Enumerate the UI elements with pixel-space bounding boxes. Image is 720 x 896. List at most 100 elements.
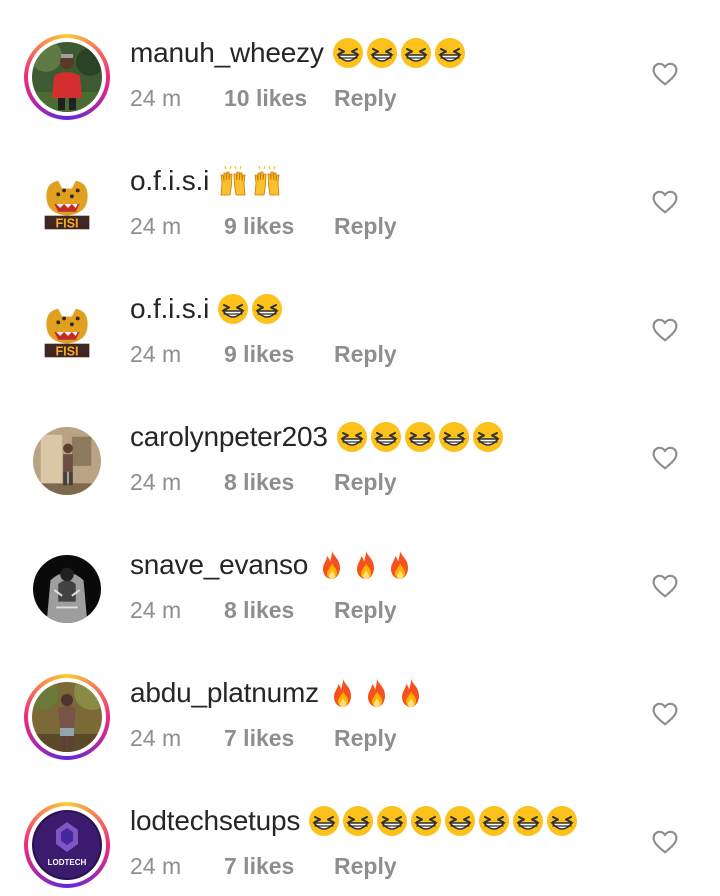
avatar-ring[interactable]: FISI: [24, 290, 110, 376]
grinning-squint-emoji-icon: [434, 37, 466, 69]
heart-icon[interactable]: [652, 446, 678, 470]
grinning-squint-emoji-icon: [438, 421, 470, 453]
likes-count[interactable]: 9 likes: [224, 341, 334, 368]
avatar[interactable]: FISI: [33, 171, 101, 239]
comment-text: [308, 805, 578, 837]
fire-emoji-icon: [327, 677, 359, 709]
comment-item: FISI o.f.i.s.i 24 m 9 likes Reply: [0, 256, 720, 384]
timestamp: 24 m: [130, 341, 182, 367]
heart-icon[interactable]: [652, 190, 678, 214]
likes-count[interactable]: 7 likes: [224, 725, 334, 752]
reply-button[interactable]: Reply: [334, 85, 397, 112]
heart-icon[interactable]: [652, 830, 678, 854]
avatar-ring[interactable]: [24, 674, 110, 760]
grinning-squint-emoji-icon: [370, 421, 402, 453]
comment-text: [217, 165, 283, 197]
likes-count[interactable]: 8 likes: [224, 469, 334, 496]
comment-text: [327, 677, 427, 709]
avatar[interactable]: [32, 42, 102, 112]
avatar-ring[interactable]: FISI: [24, 162, 110, 248]
username-link[interactable]: snave_evanso: [130, 549, 308, 581]
avatar-ring[interactable]: [24, 34, 110, 120]
comment-meta: 24 m 9 likes Reply: [130, 213, 397, 240]
likes-count[interactable]: 8 likes: [224, 597, 334, 624]
comment-header: o.f.i.s.i: [130, 293, 283, 325]
comment-item: LODTECH lodtechsetups 24 m 7 likes Reply: [0, 768, 720, 896]
username-link[interactable]: abdu_platnumz: [130, 677, 319, 709]
comment-item: carolynpeter203 24 m 8 likes Reply: [0, 384, 720, 512]
comment-header: abdu_platnumz: [130, 677, 427, 709]
grinning-squint-emoji-icon: [512, 805, 544, 837]
avatar-ring[interactable]: [24, 418, 110, 504]
comment-header: lodtechsetups: [130, 805, 578, 837]
comment-header: carolynpeter203: [130, 421, 504, 453]
comment-text: [316, 549, 416, 581]
fire-emoji-icon: [350, 549, 382, 581]
reply-button[interactable]: Reply: [334, 597, 397, 624]
svg-text:FISI: FISI: [55, 216, 78, 230]
grinning-squint-emoji-icon: [410, 805, 442, 837]
likes-count[interactable]: 10 likes: [224, 85, 334, 112]
reply-button[interactable]: Reply: [334, 341, 397, 368]
reply-button[interactable]: Reply: [334, 213, 397, 240]
avatar-frame: LODTECH: [28, 806, 106, 884]
grinning-squint-emoji-icon: [342, 805, 374, 837]
likes-count[interactable]: 9 likes: [224, 213, 334, 240]
heart-icon[interactable]: [652, 318, 678, 342]
likes-count[interactable]: 7 likes: [224, 853, 334, 880]
comment-item: manuh_wheezy 24 m 10 likes Reply: [0, 0, 720, 128]
timestamp: 24 m: [130, 85, 182, 111]
grinning-squint-emoji-icon: [336, 421, 368, 453]
reply-button[interactable]: Reply: [334, 853, 397, 880]
comment-header: snave_evanso: [130, 549, 416, 581]
avatar-frame: [28, 678, 106, 756]
comment-item: FISI o.f.i.s.i 24 m 9 likes Reply: [0, 128, 720, 256]
fire-emoji-icon: [316, 549, 348, 581]
avatar-ring[interactable]: LODTECH: [24, 802, 110, 888]
raised-hands-emoji-icon: [251, 165, 283, 197]
avatar[interactable]: [32, 682, 102, 752]
grinning-squint-emoji-icon: [366, 37, 398, 69]
comment-meta: 24 m 8 likes Reply: [130, 469, 397, 496]
avatar[interactable]: LODTECH: [32, 810, 102, 880]
avatar[interactable]: [33, 555, 101, 623]
avatar[interactable]: FISI: [33, 299, 101, 367]
grinning-squint-emoji-icon: [400, 37, 432, 69]
fire-emoji-icon: [384, 549, 416, 581]
heart-icon[interactable]: [652, 62, 678, 86]
timestamp: 24 m: [130, 469, 182, 495]
avatar[interactable]: [33, 427, 101, 495]
username-link[interactable]: o.f.i.s.i: [130, 293, 209, 325]
username-link[interactable]: carolynpeter203: [130, 421, 328, 453]
comment-meta: 24 m 10 likes Reply: [130, 85, 397, 112]
svg-text:LODTECH: LODTECH: [48, 858, 87, 867]
timestamp: 24 m: [130, 853, 182, 879]
reply-button[interactable]: Reply: [334, 725, 397, 752]
reply-button[interactable]: Reply: [334, 469, 397, 496]
comment-meta: 24 m 7 likes Reply: [130, 725, 397, 752]
comment-text: [332, 37, 466, 69]
grinning-squint-emoji-icon: [444, 805, 476, 837]
username-link[interactable]: lodtechsetups: [130, 805, 300, 837]
username-link[interactable]: manuh_wheezy: [130, 37, 324, 69]
timestamp: 24 m: [130, 725, 182, 751]
comment-text: [336, 421, 504, 453]
avatar-frame: [28, 38, 106, 116]
grinning-squint-emoji-icon: [308, 805, 340, 837]
heart-icon[interactable]: [652, 574, 678, 598]
comment-item: snave_evanso 24 m 8 likes Reply: [0, 512, 720, 640]
fire-emoji-icon: [361, 677, 393, 709]
grinning-squint-emoji-icon: [404, 421, 436, 453]
username-link[interactable]: o.f.i.s.i: [130, 165, 209, 197]
avatar-frame: FISI: [33, 299, 101, 367]
avatar-frame: FISI: [33, 171, 101, 239]
heart-icon[interactable]: [652, 702, 678, 726]
comment-text: [217, 293, 283, 325]
comment-item: abdu_platnumz 24 m 7 likes Reply: [0, 640, 720, 768]
grinning-squint-emoji-icon: [251, 293, 283, 325]
svg-text:FISI: FISI: [55, 344, 78, 358]
comment-meta: 24 m 7 likes Reply: [130, 853, 397, 880]
avatar-frame: [33, 427, 101, 495]
avatar-ring[interactable]: [24, 546, 110, 632]
grinning-squint-emoji-icon: [217, 293, 249, 325]
